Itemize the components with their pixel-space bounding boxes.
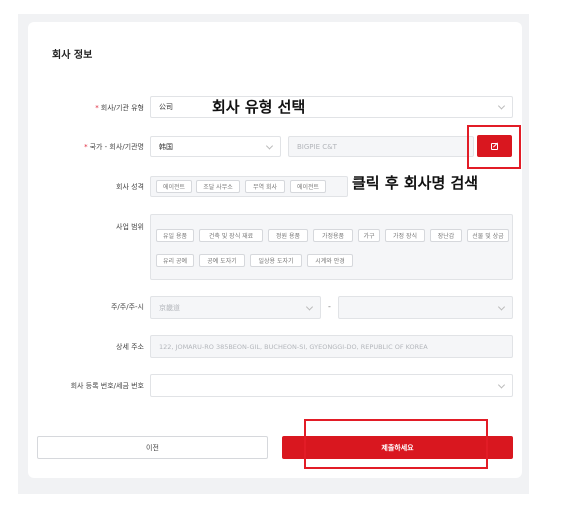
chevron-down-icon (265, 141, 274, 150)
state-select[interactable]: 京畿道 (150, 296, 321, 319)
scope-tag[interactable]: 가정 장식 (385, 229, 425, 242)
chevron-down-icon (497, 380, 506, 389)
scope-tag[interactable]: 유일 용품 (156, 229, 194, 242)
state-value: 京畿道 (159, 303, 180, 312)
nature-tag[interactable]: 에이전트 (156, 180, 192, 193)
address-label: 상세 주소 (116, 343, 144, 351)
nature-tag[interactable]: 에이전트 (290, 180, 326, 193)
chevron-down-icon (497, 102, 506, 110)
screenshot-stage: 회사 정보 * 회사/기관 유형 公司 회사 유형 선택 * 국가 - 회사/기관명… (0, 0, 571, 509)
company-name-input[interactable]: BIGPIE C&T (288, 136, 474, 157)
address-value: 122, JOMARU-RO 385BEON-GIL, BUCHEON-SI, … (159, 342, 428, 351)
scope-tag[interactable]: 정원 용품 (268, 229, 308, 242)
previous-button[interactable]: 이전 (37, 436, 268, 459)
state-city-separator: - (328, 302, 331, 311)
business-scope-field (150, 214, 513, 280)
company-type-value: 公司 (159, 103, 173, 111)
scope-tag[interactable]: 유리 공예 (156, 254, 194, 267)
city-select[interactable] (338, 296, 513, 319)
registration-select[interactable] (150, 374, 513, 397)
country-select[interactable]: 韩国 (150, 136, 281, 157)
section-title: 회사 정보 (52, 50, 93, 61)
company-name-placeholder: BIGPIE C&T (297, 142, 337, 151)
nature-tag[interactable]: 조달 사무소 (196, 180, 240, 193)
country-value: 韩国 (159, 142, 173, 151)
scope-tag[interactable]: 건축 및 장식 재료 (199, 229, 263, 242)
scope-tag[interactable]: 장난감 (430, 229, 462, 242)
address-input[interactable]: 122, JOMARU-RO 385BEON-GIL, BUCHEON-SI, … (150, 335, 513, 358)
chevron-down-icon (497, 302, 506, 311)
state-city-label: 주/주/주-시 (110, 303, 144, 311)
company-type-select[interactable]: 公司 (150, 96, 513, 118)
country-name-label: * 국가 - 회사/기관명 (84, 143, 144, 151)
chevron-down-icon (305, 302, 314, 311)
scope-tag[interactable]: 일상용 도자기 (250, 254, 302, 267)
annotation-box-search (467, 125, 521, 169)
annotation-click-search: 클릭 후 회사명 검색 (352, 174, 479, 192)
registration-label: 회사 등록 번호/세금 번호 (70, 382, 144, 390)
company-nature-label: 회사 성격 (116, 183, 144, 191)
business-scope-label: 사업 범위 (116, 223, 144, 231)
nature-tag[interactable]: 무역 회사 (245, 180, 285, 193)
scope-tag[interactable]: 가정용품 (313, 229, 353, 242)
annotation-box-submit (304, 419, 488, 469)
scope-tag[interactable]: 선물 및 상금 (467, 229, 509, 242)
scope-tag[interactable]: 시계와 안경 (307, 254, 353, 267)
company-type-label: * 회사/기관 유형 (95, 104, 144, 112)
annotation-type-select: 회사 유형 선택 (212, 98, 306, 116)
scope-tag[interactable]: 공예 도자기 (199, 254, 245, 267)
scope-tag[interactable]: 가구 (358, 229, 380, 242)
